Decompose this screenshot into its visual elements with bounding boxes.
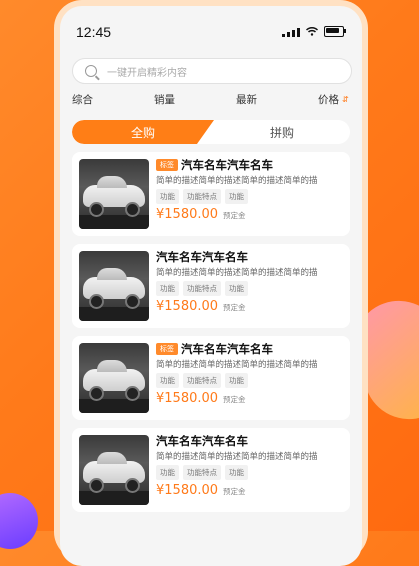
sort-price-label: 价格 — [318, 94, 339, 106]
search-placeholder: 一键开启精彩内容 — [107, 67, 187, 79]
product-tag: 功能特点 — [183, 373, 221, 388]
tab-group-purchase[interactable]: 拼购 — [214, 120, 350, 144]
purchase-tabs: 全购 拼购 — [72, 120, 350, 144]
tab-all-purchase[interactable]: 全购 — [72, 120, 214, 144]
product-description: 简单的描述简单的描述简单的描述简单的描 — [156, 452, 318, 462]
product-title: 汽车名车汽车名车 — [181, 342, 273, 356]
product-price: ¥1580.00 — [156, 391, 219, 406]
sort-comprehensive[interactable]: 综合 — [72, 92, 93, 107]
status-icons — [282, 26, 346, 37]
signal-icon — [282, 27, 300, 37]
sort-newest[interactable]: 最新 — [236, 92, 257, 107]
product-badge: 标签 — [156, 159, 178, 171]
deposit-label: 预定金 — [223, 487, 246, 496]
product-title: 汽车名车汽车名车 — [156, 434, 248, 448]
product-price: ¥1580.00 — [156, 299, 219, 314]
decorative-blob-left — [0, 493, 38, 549]
deposit-label: 预定金 — [223, 395, 246, 404]
product-card[interactable]: 标签 汽车名车汽车名车 简单的描述简单的描述简单的描述简单的描 功能 功能特点 … — [72, 152, 350, 236]
product-description: 简单的描述简单的描述简单的描述简单的描 — [156, 176, 318, 186]
sort-price[interactable]: 价格 ⇵ — [318, 92, 349, 107]
sort-arrows-icon: ⇵ — [342, 95, 349, 104]
product-tag: 功能 — [156, 373, 179, 388]
product-description: 简单的描述简单的描述简单的描述简单的描 — [156, 268, 318, 278]
product-image — [79, 435, 149, 505]
product-card[interactable]: 汽车名车汽车名车 简单的描述简单的描述简单的描述简单的描 功能 功能特点 功能 … — [72, 244, 350, 328]
product-card[interactable]: 标签 汽车名车汽车名车 简单的描述简单的描述简单的描述简单的描 功能 功能特点 … — [72, 336, 350, 420]
product-badge: 标签 — [156, 343, 178, 355]
status-time: 12:45 — [76, 24, 112, 40]
sort-bar: 综合 销量 最新 价格 ⇵ — [60, 92, 362, 110]
product-tag: 功能 — [156, 281, 179, 296]
app-screen: 12:45 一键开启精彩内容 综合 销量 最新 价格 ⇵ 全购 拼购 标签 汽车… — [60, 6, 362, 566]
deposit-label: 预定金 — [223, 211, 246, 220]
deposit-label: 预定金 — [223, 303, 246, 312]
product-title: 汽车名车汽车名车 — [181, 158, 273, 172]
phone-frame: 12:45 一键开启精彩内容 综合 销量 最新 价格 ⇵ 全购 拼购 标签 汽车… — [54, 0, 368, 566]
wifi-icon — [306, 27, 318, 36]
product-image — [79, 159, 149, 229]
product-image — [79, 343, 149, 413]
product-description: 简单的描述简单的描述简单的描述简单的描 — [156, 360, 318, 370]
product-tag: 功能 — [225, 281, 248, 296]
product-tag: 功能特点 — [183, 281, 221, 296]
search-bar[interactable]: 一键开启精彩内容 — [72, 58, 352, 84]
battery-icon — [324, 26, 346, 37]
product-tag: 功能 — [156, 189, 179, 204]
product-price: ¥1580.00 — [156, 483, 219, 498]
product-card[interactable]: 汽车名车汽车名车 简单的描述简单的描述简单的描述简单的描 功能 功能特点 功能 … — [72, 428, 350, 512]
product-tag: 功能 — [225, 373, 248, 388]
search-icon — [85, 65, 97, 77]
product-tag: 功能特点 — [183, 465, 221, 480]
sort-sales[interactable]: 销量 — [154, 92, 175, 107]
product-price: ¥1580.00 — [156, 207, 219, 222]
product-tag: 功能特点 — [183, 189, 221, 204]
product-title: 汽车名车汽车名车 — [156, 250, 248, 264]
product-tag: 功能 — [225, 189, 248, 204]
status-bar: 12:45 — [60, 6, 362, 46]
product-image — [79, 251, 149, 321]
product-tag: 功能 — [225, 465, 248, 480]
product-tag: 功能 — [156, 465, 179, 480]
